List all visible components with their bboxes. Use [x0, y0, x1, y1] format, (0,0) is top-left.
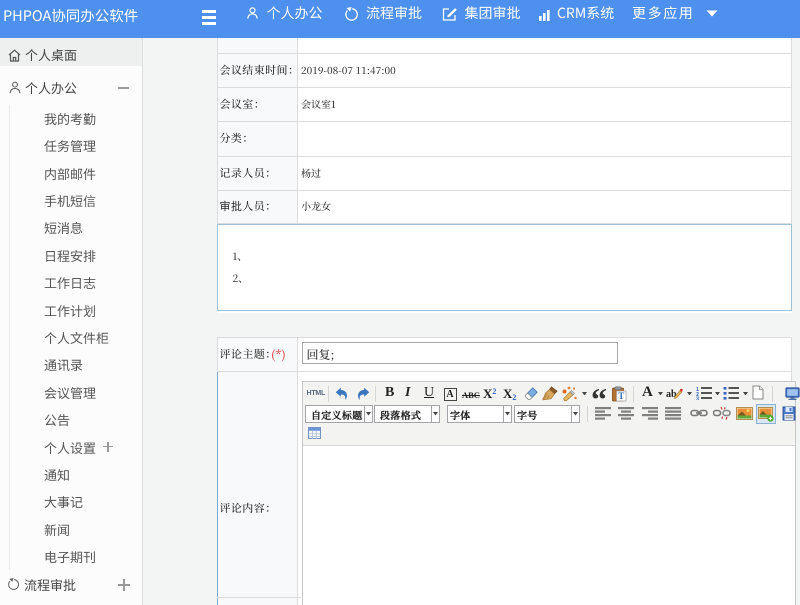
svg-text:T: T: [618, 391, 624, 401]
svg-text:3: 3: [696, 397, 699, 401]
